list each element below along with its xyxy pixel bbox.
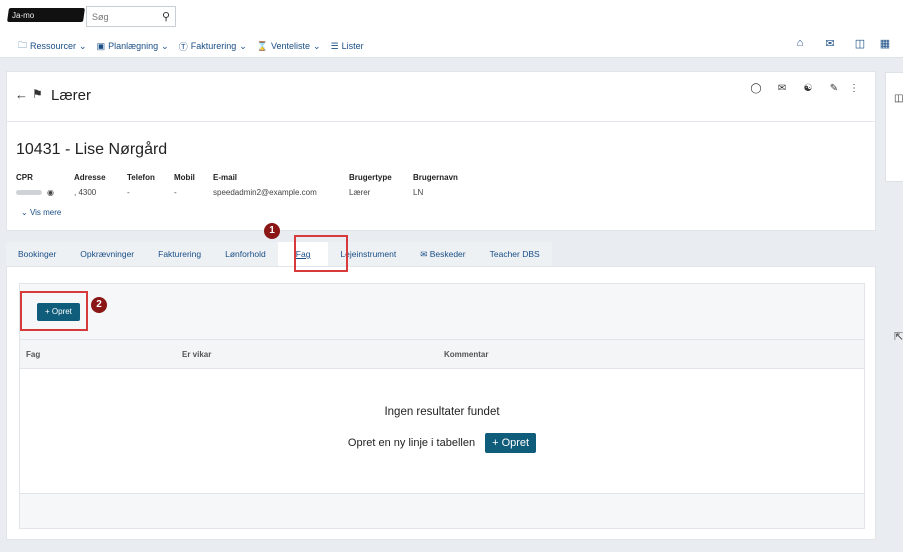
table-body-empty: Ingen resultater fundet Opret en ny linj…: [20, 369, 864, 494]
nav-item-lister[interactable]: ☰ Lister: [331, 38, 364, 54]
empty-state-title: Ingen resultater fundet: [384, 406, 500, 418]
page-title: Lærer: [51, 87, 92, 104]
tab-beskeder[interactable]: ✉ Beskeder: [408, 242, 477, 266]
nav-item-label: Venteliste: [271, 41, 311, 51]
tab-fakturering[interactable]: Fakturering: [146, 242, 213, 266]
nav-item-label: Fakturering: [190, 41, 237, 51]
chevron-down-icon: ⌄: [21, 208, 28, 217]
inbox-icon[interactable]: ◫: [845, 37, 875, 50]
tab-lonforhold[interactable]: Lønforhold: [213, 242, 278, 266]
field-adresse: Adresse , 4300: [74, 173, 106, 197]
back-arrow-icon[interactable]: ←: [15, 87, 28, 102]
main-nav-menu: 🗀 Ressourcer ⌄ ▣ Planlægning ⌄ Ⓣ Fakture…: [18, 38, 374, 54]
field-email: E-mail speedadmin2@example.com: [213, 173, 317, 197]
create-row-button[interactable]: + Opret: [485, 433, 537, 453]
nav-item-ressourcer[interactable]: 🗀 Ressourcer ⌄: [18, 38, 87, 54]
folder-icon: 🗀: [18, 40, 28, 50]
edit-icon[interactable]: ✎: [821, 83, 847, 94]
cpr-redacted: [16, 190, 42, 196]
tenant-name: Ja-mo: [12, 11, 35, 20]
header-actions: ◯ ✉ ☯ ✎ ⋮: [743, 83, 861, 94]
hourglass-icon: ⌛: [256, 40, 268, 51]
chevron-down-icon: ⌄: [313, 40, 321, 51]
nav-item-planlaegning[interactable]: ▣ Planlægning ⌄: [97, 38, 169, 54]
person-name: 10431 - Lise Nørgård: [16, 141, 168, 158]
field-label: E-mail: [213, 173, 238, 182]
field-value: , 4300: [74, 188, 97, 197]
more-icon[interactable]: ⋮: [847, 83, 861, 94]
fag-table-container: + Opret Fag Er vikar Kommentar Ingen res…: [19, 283, 865, 529]
annotation-highlight-fag-tab: [294, 235, 348, 272]
chevron-down-icon: ⌄: [161, 40, 169, 51]
empty-state-prompt-row: Opret en ny linje i tabellen + Opret: [20, 433, 864, 453]
empty-state-prompt: Opret en ny linje i tabellen: [347, 437, 476, 449]
tab-opkraevninger[interactable]: Opkrævninger: [68, 242, 146, 266]
nav-item-label: Ressourcer: [30, 41, 77, 51]
nav-item-label: Lister: [341, 41, 364, 51]
home-icon[interactable]: ⌂: [785, 37, 815, 50]
field-value: speedadmin2@example.com: [213, 188, 317, 197]
column-header-er-vikar[interactable]: Er vikar: [182, 350, 211, 359]
field-mobil: Mobil -: [174, 173, 195, 197]
dollar-icon: Ⓣ: [178, 41, 188, 52]
field-value: Lærer: [349, 188, 371, 197]
tab-bar: Bookinger Opkrævninger Fakturering Lønfo…: [6, 242, 552, 266]
nav-item-venteliste[interactable]: ⌛ Venteliste ⌄: [257, 38, 321, 54]
field-brugernavn: Brugernavn LN: [413, 173, 458, 197]
field-label: CPR: [16, 173, 33, 182]
mail-icon: ✉: [420, 249, 428, 259]
panel-toggle-icon[interactable]: ◫: [894, 93, 903, 104]
search-icon[interactable]: ⚲: [162, 10, 170, 23]
annotation-badge-1: 1: [264, 223, 280, 239]
mouse-cursor-icon: ⇱: [894, 331, 903, 343]
field-telefon: Telefon -: [127, 173, 155, 197]
field-label: Telefon: [127, 173, 155, 182]
chevron-down-icon: ⌄: [239, 40, 247, 51]
field-cpr: CPR ◉: [16, 173, 54, 197]
side-panel-collapsed[interactable]: ◫: [885, 72, 903, 182]
field-label: Adresse: [74, 173, 106, 182]
nav-item-label: Planlægning: [108, 41, 159, 51]
chevron-down-icon: ⌄: [79, 40, 87, 51]
vis-mere-link[interactable]: ⌄ Vis mere: [21, 208, 61, 217]
field-value: -: [127, 188, 130, 197]
annotation-highlight-create-button: [20, 291, 88, 331]
mail-icon[interactable]: ✉: [815, 37, 845, 50]
mail-icon[interactable]: ✉: [769, 83, 795, 94]
column-header-fag[interactable]: Fag: [26, 350, 40, 359]
field-value: -: [174, 188, 177, 197]
field-label: Brugernavn: [413, 173, 458, 182]
search-box[interactable]: ⚲: [86, 6, 176, 27]
list-icon: ☰: [330, 40, 339, 51]
calendar-icon[interactable]: ▦: [875, 37, 895, 50]
field-value: LN: [413, 188, 424, 197]
nav-item-fakturering[interactable]: Ⓣ Fakturering ⌄: [179, 38, 247, 54]
teacher-icon: ⚑: [32, 87, 43, 101]
field-label: Mobil: [174, 173, 195, 182]
nav-right-icons: ⌂ ✉ ◫ ▦: [785, 37, 895, 50]
user-settings-icon[interactable]: ☯: [795, 83, 821, 94]
table-header: Fag Er vikar Kommentar: [20, 339, 864, 369]
annotation-badge-2: 2: [91, 297, 107, 313]
tab-teacher-dbs[interactable]: Teacher DBS: [478, 242, 552, 266]
calendar-icon: ▣: [96, 40, 106, 51]
column-header-kommentar[interactable]: Kommentar: [444, 350, 488, 359]
field-brugertype: Brugertype Lærer: [349, 173, 392, 197]
teacher-card: ← ⚑ Lærer ◯ ✉ ☯ ✎ ⋮ 10431 - Lise Nørgård…: [6, 71, 876, 231]
field-label: Brugertype: [349, 173, 392, 182]
card-header: ← ⚑ Lærer ◯ ✉ ☯ ✎ ⋮: [7, 72, 875, 122]
tab-bookinger[interactable]: Bookinger: [6, 242, 68, 266]
search-input[interactable]: [92, 11, 152, 22]
shield-icon[interactable]: ◯: [743, 83, 769, 94]
fag-tab-content: + Opret Fag Er vikar Kommentar Ingen res…: [6, 266, 876, 540]
eye-icon[interactable]: ◉: [47, 188, 54, 197]
